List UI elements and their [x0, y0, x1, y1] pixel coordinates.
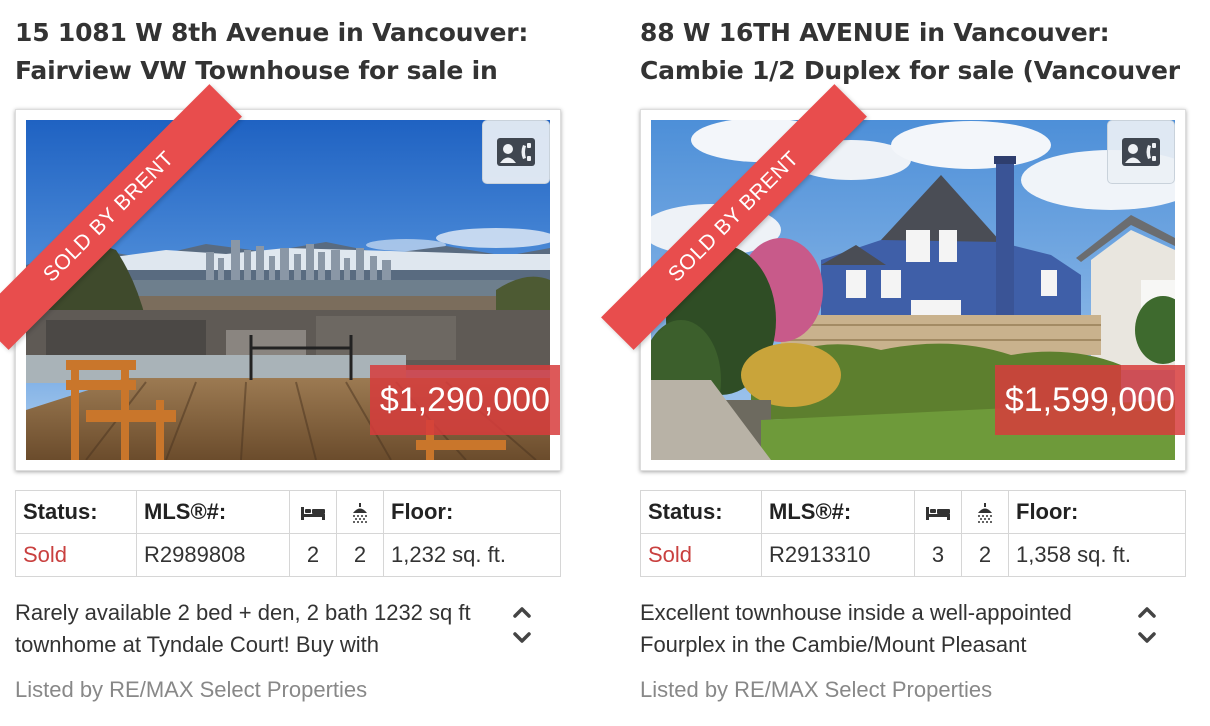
floor-header: Floor:	[383, 490, 561, 534]
bed-icon	[301, 507, 325, 521]
listing-broker: Listed by RE/MAX Select Properties	[640, 677, 993, 702]
contact-card-icon	[1122, 138, 1160, 166]
listing-photo-frame: SOLD BY BRENT $1,599,000	[601, 84, 1186, 471]
listing-description: Rarely available 2 bed + den, 2 bath 123…	[15, 600, 471, 657]
table-row: Sold R2913310 3 2 1,358 sq. ft.	[640, 533, 1186, 577]
baths-header	[336, 490, 384, 534]
shower-icon	[978, 503, 992, 524]
mls-value: R2913310	[761, 533, 915, 577]
status-header: Status:	[640, 490, 762, 534]
beds-value: 2	[289, 533, 337, 577]
table-header-row: Status: MLS®#: Floor:	[640, 490, 1186, 534]
listing-facts-table: Status: MLS®#:	[15, 490, 561, 577]
chevron-down-icon	[1138, 632, 1156, 643]
baths-value: 2	[961, 533, 1009, 577]
listing-broker: Listed by RE/MAX Select Properties	[15, 677, 368, 702]
status-header: Status:	[15, 490, 137, 534]
status-value: Sold	[640, 533, 762, 577]
baths-value: 2	[336, 533, 384, 577]
beds-value: 3	[914, 533, 962, 577]
contact-agent-button[interactable]	[482, 120, 550, 184]
beds-header	[914, 490, 962, 534]
shower-icon	[353, 503, 367, 524]
description-scroll-control[interactable]	[1134, 602, 1160, 648]
contact-card-icon	[497, 138, 535, 166]
listing-card: 88 W 16TH AVENUE in Vancouver: Cambie 1/…	[601, 0, 1188, 726]
chevron-down-icon	[513, 632, 531, 643]
listing-description: Excellent townhouse inside a well-appoin…	[640, 600, 1072, 657]
mls-header: MLS®#:	[136, 490, 290, 534]
listing-photo-frame: SOLD BY BRENT $1,290,000	[0, 84, 561, 471]
listing-facts-table: Status: MLS®#:	[640, 490, 1186, 577]
mls-value: R2989808	[136, 533, 290, 577]
floor-value: 1,358 sq. ft.	[1008, 533, 1186, 577]
listing-price: $1,290,000	[369, 365, 560, 435]
mls-header: MLS®#:	[761, 490, 915, 534]
description-scroll-control[interactable]	[509, 602, 535, 648]
table-header-row: Status: MLS®#: Floor:	[15, 490, 561, 534]
floor-value: 1,232 sq. ft.	[383, 533, 561, 577]
bed-icon	[926, 507, 950, 521]
table-row: Sold R2989808 2 2 1,232 sq. ft.	[15, 533, 561, 577]
baths-header	[961, 490, 1009, 534]
listing-title[interactable]: 88 W 16TH AVENUE in Vancouver: Cambie 1/…	[640, 14, 1188, 90]
chevron-up-icon[interactable]	[1134, 602, 1160, 648]
status-value: Sold	[15, 533, 137, 577]
beds-header	[289, 490, 337, 534]
contact-agent-button[interactable]	[1107, 120, 1175, 184]
listing-title[interactable]: 15 1081 W 8th Avenue in Vancouver: Fairv…	[15, 14, 563, 90]
listing-price: $1,599,000	[994, 365, 1185, 435]
chevron-up-icon[interactable]	[509, 602, 535, 648]
floor-header: Floor:	[1008, 490, 1186, 534]
listing-card: 15 1081 W 8th Avenue in Vancouver: Fairv…	[0, 0, 563, 726]
